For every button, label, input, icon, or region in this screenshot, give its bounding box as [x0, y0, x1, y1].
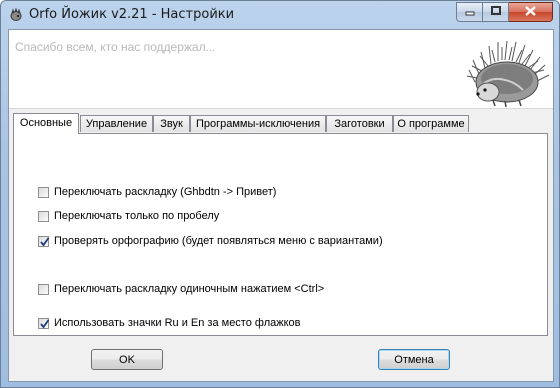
tab-label: Звук — [160, 118, 183, 130]
option-label: Переключать раскладку (Ghbdtn -> Привет) — [54, 186, 277, 198]
close-icon — [525, 5, 536, 19]
tab-label: Основные — [19, 117, 73, 129]
settings-panel: Переключать раскладку (Ghbdtn -> Привет)… — [13, 133, 548, 336]
checkbox[interactable] — [38, 210, 49, 222]
tab-templates[interactable]: Заготовки — [326, 115, 393, 132]
option-switch-single-ctrl[interactable]: Переключать раскладку одиночным нажатием… — [38, 282, 324, 296]
settings-window: Orfo Йожик v2.21 - Настройки Спасибо все… — [0, 0, 560, 388]
tab-label: О программе — [397, 118, 465, 130]
maximize-icon — [490, 5, 501, 19]
caption-buttons — [456, 2, 553, 22]
checkmark-icon — [40, 318, 50, 328]
cancel-button-label: Отмена — [394, 353, 434, 366]
option-label: Переключать раскладку одиночным нажатием… — [54, 283, 325, 295]
option-switch-on-space[interactable]: Переключать только по пробелу — [38, 209, 219, 223]
minimize-icon — [465, 6, 475, 19]
ok-button[interactable]: OK — [91, 349, 163, 370]
option-switch-layout[interactable]: Переключать раскладку (Ghbdtn -> Привет) — [38, 185, 276, 199]
hedgehog-image — [461, 30, 553, 108]
thanks-text: Спасибо всем, кто нас поддержал... — [15, 40, 216, 54]
checkbox[interactable] — [38, 283, 49, 295]
cancel-button[interactable]: Отмена — [378, 349, 450, 370]
option-label: Проверять орфографию (будет появляться м… — [54, 235, 383, 247]
window-title: Orfo Йожик v2.21 - Настройки — [29, 7, 235, 22]
tab-excluded-programs[interactable]: Программы-исключения — [190, 115, 326, 132]
checkmark-icon — [40, 236, 50, 246]
banner: Спасибо всем, кто нас поддержал... — [9, 30, 553, 109]
option-label: Использовать значки Ru и En за место фла… — [54, 317, 301, 329]
tab-label: Заготовки — [334, 118, 385, 130]
option-ru-en-icons[interactable]: Использовать значки Ru и En за место фла… — [38, 316, 301, 330]
ok-button-label: OK — [119, 353, 135, 366]
tab-sound[interactable]: Звук — [153, 115, 190, 132]
tab-main[interactable]: Основные — [13, 113, 79, 134]
checkbox[interactable] — [38, 317, 50, 329]
title-bar[interactable]: Orfo Йожик v2.21 - Настройки — [1, 1, 559, 29]
option-label: Переключать только по пробелу — [54, 210, 220, 222]
tab-strip: Основные Управление Звук Программы-исклю… — [13, 113, 553, 134]
tab-label: Управление — [85, 118, 148, 130]
checkbox[interactable] — [38, 186, 49, 198]
tab-control[interactable]: Управление — [80, 115, 153, 132]
tab-about[interactable]: О программе — [393, 115, 469, 132]
checkbox[interactable] — [38, 235, 50, 247]
tab-label: Программы-исключения — [195, 118, 321, 130]
close-button[interactable] — [509, 2, 553, 22]
maximize-button[interactable] — [483, 2, 509, 22]
option-spellcheck[interactable]: Проверять орфографию (будет появляться м… — [38, 234, 383, 248]
hedgehog-app-icon — [9, 7, 23, 22]
minimize-button[interactable] — [456, 2, 483, 22]
dialog-client-area: Спасибо всем, кто нас поддержал... Основ… — [8, 29, 554, 382]
